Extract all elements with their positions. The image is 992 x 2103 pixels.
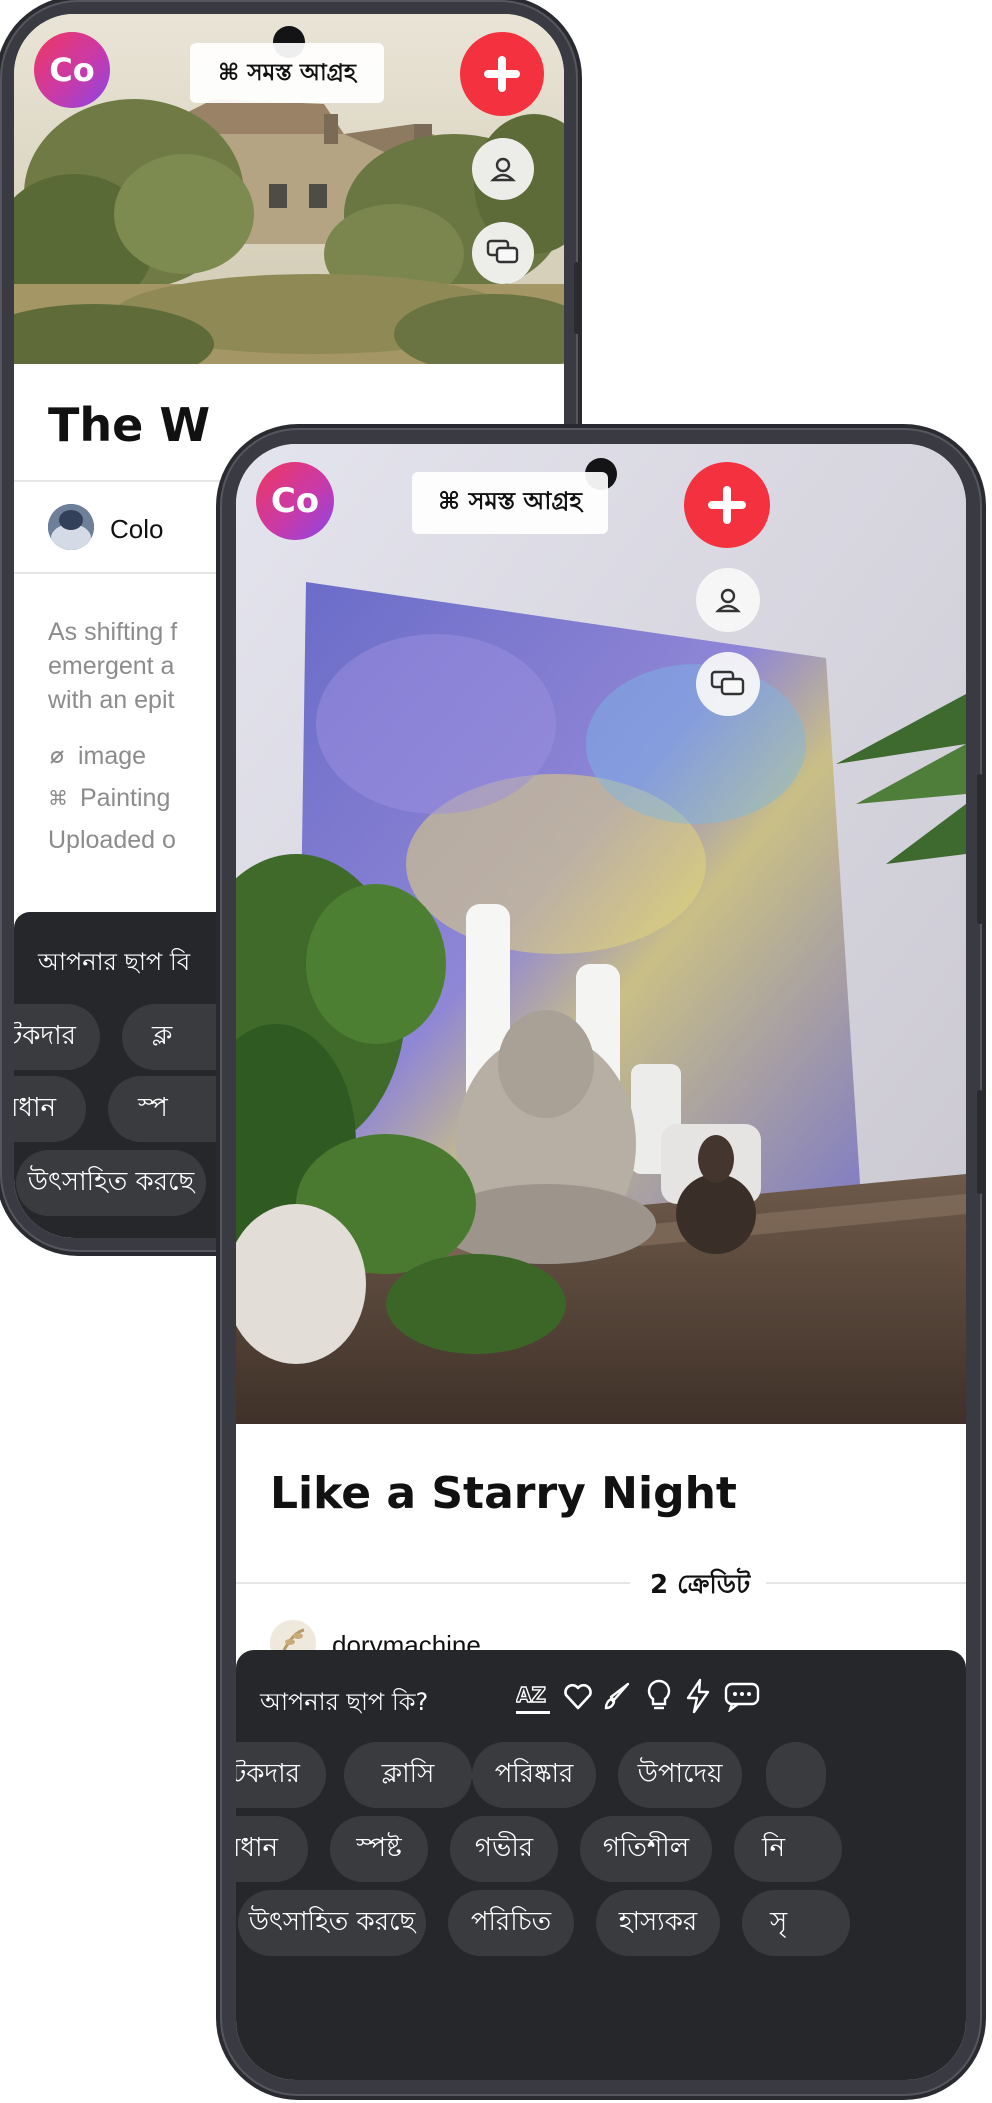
description-line: with an epit	[48, 686, 175, 714]
reaction-chip[interactable]: গতিশীল	[580, 1816, 712, 1882]
logo-label: Co	[270, 481, 320, 521]
logo-button[interactable]: Co	[256, 462, 334, 540]
reaction-chip[interactable]: টকদার	[236, 1742, 326, 1808]
credits-label: 2 ক্রেডিট	[650, 1570, 751, 1600]
comments-button[interactable]	[696, 652, 760, 716]
create-button[interactable]	[460, 32, 544, 116]
chip-label: পরিষ্কার	[494, 1759, 574, 1789]
user-icon	[715, 588, 741, 613]
reaction-chip[interactable]: গভীর	[450, 1816, 558, 1882]
interest-label: ⌘ সমস্ত আগ্রহ	[438, 487, 582, 515]
interest-filter-button[interactable]: ⌘ সমস্ত আগ্রহ	[412, 472, 608, 534]
chip-label: গভীর	[474, 1833, 534, 1863]
az-sort-icon[interactable]: AZ	[515, 1678, 552, 1718]
plus-icon	[708, 486, 746, 524]
divider	[236, 1582, 630, 1584]
front-phone-screen: Co ⌘ সমস্ত আগ্রহ Like a Starry Night 2 ক…	[236, 444, 966, 2080]
reaction-chip[interactable]: নি	[734, 1816, 842, 1882]
artwork-title: The W	[48, 398, 211, 452]
chip-label: টকদার	[236, 1759, 300, 1789]
user-icon	[490, 157, 516, 182]
chip-label: বধান	[236, 1833, 279, 1863]
front-hero-image[interactable]	[236, 444, 966, 1424]
link-icon	[50, 749, 64, 764]
reaction-chip[interactable]: হাস্যকর	[596, 1890, 720, 1956]
create-button[interactable]	[684, 462, 770, 548]
lightbulb-icon[interactable]	[644, 1678, 674, 1714]
chat-icon	[710, 670, 745, 696]
profile-button[interactable]	[696, 568, 760, 632]
comments-button[interactable]	[472, 222, 534, 284]
reaction-chip[interactable]: টকদার	[14, 1004, 100, 1070]
author-avatar[interactable]	[48, 504, 94, 550]
chip-label: গতিশীল	[602, 1833, 690, 1863]
reaction-chip[interactable]: বধান	[236, 1816, 308, 1882]
command-icon: ⌘	[48, 788, 68, 810]
category-tag[interactable]: ⌘ Painting	[48, 784, 170, 813]
chip-label: নি	[762, 1833, 785, 1863]
divider	[766, 1582, 966, 1584]
front-phone-frame: Co ⌘ সমস্ত আগ্রহ Like a Starry Night 2 ক…	[220, 428, 983, 2096]
reaction-chip[interactable]: বধান	[14, 1076, 86, 1142]
interest-filter-button[interactable]: ⌘ সমস্ত আগ্রহ	[190, 43, 384, 103]
logo-button[interactable]: Co	[34, 32, 110, 108]
reaction-chip[interactable]	[766, 1742, 826, 1808]
chip-label: হাস্যকর	[618, 1907, 698, 1937]
reaction-chip[interactable]: পরিষ্কার	[472, 1742, 596, 1808]
type-tag: image	[48, 742, 146, 771]
reaction-prompt: আপনার ছাপ কি?	[260, 1688, 429, 1716]
chip-label: স্পষ্ট	[356, 1833, 402, 1863]
description-line: As shifting f	[48, 618, 178, 646]
plus-icon	[484, 56, 520, 92]
reaction-panel: আপনার ছাপ কি? AZ টকদার ক্লাসি পরিষ্কার উ…	[236, 1650, 966, 2080]
chip-label: পরিচিত	[470, 1907, 552, 1937]
heart-icon[interactable]	[562, 1680, 594, 1712]
description-line: emergent a	[48, 652, 175, 680]
reaction-chip[interactable]: উপাদেয়	[618, 1742, 742, 1808]
reaction-chip[interactable]: উৎসাহিত করছে	[238, 1890, 426, 1956]
reaction-chip[interactable]: স্পষ্ট	[330, 1816, 428, 1882]
chip-label: সৃ	[770, 1907, 788, 1937]
reaction-chip[interactable]: ক্লাসি	[344, 1742, 472, 1808]
chip-label: উৎসাহিত করছে	[27, 1167, 195, 1197]
chip-label: ক্লাসি	[381, 1759, 435, 1789]
reaction-prompt: আপনার ছাপ বি	[38, 948, 191, 976]
svg-text:AZ: AZ	[516, 1683, 546, 1707]
reaction-chip[interactable]: উৎসাহিত করছে	[16, 1150, 206, 1216]
chat-dots-icon[interactable]	[724, 1680, 760, 1714]
chip-label: টকদার	[14, 1021, 76, 1051]
upload-info: Uploaded o	[48, 826, 176, 854]
brush-icon[interactable]	[602, 1680, 634, 1712]
chip-label: বধান	[14, 1093, 57, 1123]
chip-label: উপাদেয়	[637, 1759, 723, 1789]
author-name[interactable]: Colo	[110, 514, 163, 545]
chip-label: ক্ল	[152, 1021, 173, 1051]
reaction-chip[interactable]: পরিচিত	[448, 1890, 574, 1956]
chip-label: স্প	[138, 1093, 168, 1123]
category-tag-label: Painting	[80, 784, 171, 812]
profile-button[interactable]	[472, 138, 534, 200]
bolt-icon[interactable]	[684, 1678, 712, 1714]
chat-icon	[486, 239, 519, 264]
interest-label: ⌘ সমস্ত আগ্রহ	[218, 59, 356, 86]
artwork-title: Like a Starry Night	[270, 1468, 737, 1519]
type-tag-label: image	[78, 742, 147, 770]
chip-label: উৎসাহিত করছে	[248, 1907, 416, 1937]
logo-label: Co	[49, 51, 95, 89]
reaction-chip[interactable]: সৃ	[742, 1890, 850, 1956]
